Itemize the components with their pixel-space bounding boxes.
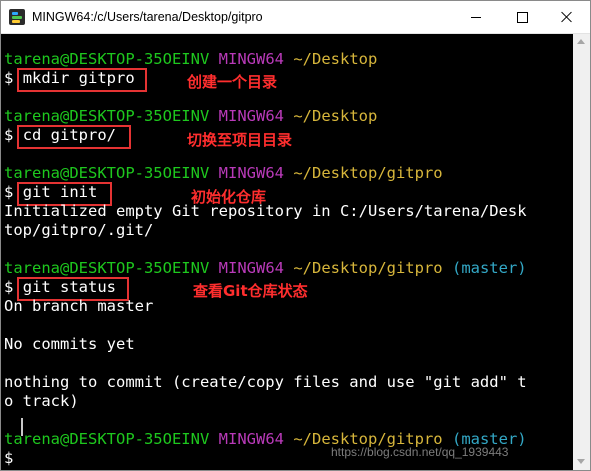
annotation-label: 创建一个目录 [187, 73, 278, 91]
maximize-button[interactable] [499, 1, 545, 33]
vertical-scrollbar[interactable] [573, 34, 590, 470]
mingw-app-icon [9, 9, 25, 25]
prompt-mingw: MINGW64 [218, 164, 284, 182]
prompt-path: ~/Desktop/gitpro [293, 164, 443, 182]
minimize-button[interactable] [453, 1, 499, 33]
minimize-icon [471, 16, 481, 18]
command-highlight-box [17, 125, 131, 149]
watermark: https://blog.csdn.net/qq_1939443 [331, 445, 509, 459]
prompt-mingw: MINGW64 [218, 50, 284, 68]
annotation-label: 切换至项目目录 [187, 131, 293, 149]
command-highlight-box [17, 68, 147, 92]
output-line: o track) [4, 392, 79, 410]
terminal-window: MINGW64:/c/Users/tarena/Desktop/gitpro t… [0, 0, 591, 471]
prompt-symbol: $ [4, 69, 14, 87]
prompt-branch: (master) [451, 259, 527, 277]
prompt-user-host: tarena@DESKTOP-35OEINV [4, 107, 210, 125]
output-line: On branch master [4, 297, 154, 315]
title-bar[interactable]: MINGW64:/c/Users/tarena/Desktop/gitpro [1, 1, 590, 34]
prompt-user-host: tarena@DESKTOP-35OEINV [4, 430, 210, 448]
prompt-user-host: tarena@DESKTOP-35OEINV [4, 50, 210, 68]
text-cursor [21, 418, 23, 436]
output-line: nothing to commit (create/copy files and… [4, 373, 527, 391]
close-icon [561, 11, 573, 23]
close-button[interactable] [544, 1, 590, 33]
prompt-symbol: $ [4, 278, 14, 296]
prompt-line: tarena@DESKTOP-35OEINV MINGW64 ~/Desktop [4, 107, 377, 126]
prompt-path: ~/Desktop [293, 107, 378, 125]
scroll-down-icon[interactable] [577, 459, 585, 464]
output-line: No commits yet [4, 335, 135, 353]
prompt-symbol: $ [4, 126, 14, 144]
prompt-user-host: tarena@DESKTOP-35OEINV [4, 164, 210, 182]
prompt-mingw: MINGW64 [218, 107, 284, 125]
prompt-mingw: MINGW64 [218, 259, 284, 277]
annotation-label: 查看Git仓库状态 [193, 282, 308, 300]
terminal-output[interactable]: tarena@DESKTOP-35OEINV MINGW64 ~/Desktop… [1, 34, 571, 470]
maximize-icon [516, 11, 528, 23]
scroll-up-icon[interactable] [577, 39, 585, 44]
prompt-line: tarena@DESKTOP-35OEINV MINGW64 ~/Desktop [4, 50, 377, 69]
prompt-path: ~/Desktop [293, 50, 378, 68]
prompt-path: ~/Desktop/gitpro [293, 259, 443, 277]
command-line: $ [4, 449, 23, 468]
prompt-user-host: tarena@DESKTOP-35OEINV [4, 259, 210, 277]
prompt-mingw: MINGW64 [218, 430, 284, 448]
output-line: Initialized empty Git repository in C:/U… [4, 202, 527, 220]
prompt-line: tarena@DESKTOP-35OEINV MINGW64 ~/Desktop… [4, 164, 443, 183]
prompt-line: tarena@DESKTOP-35OEINV MINGW64 ~/Desktop… [4, 259, 527, 278]
window-title: MINGW64:/c/Users/tarena/Desktop/gitpro [32, 10, 263, 24]
prompt-symbol: $ [4, 183, 14, 201]
prompt-symbol: $ [4, 449, 14, 467]
output-line: top/gitpro/.git/ [4, 221, 154, 239]
